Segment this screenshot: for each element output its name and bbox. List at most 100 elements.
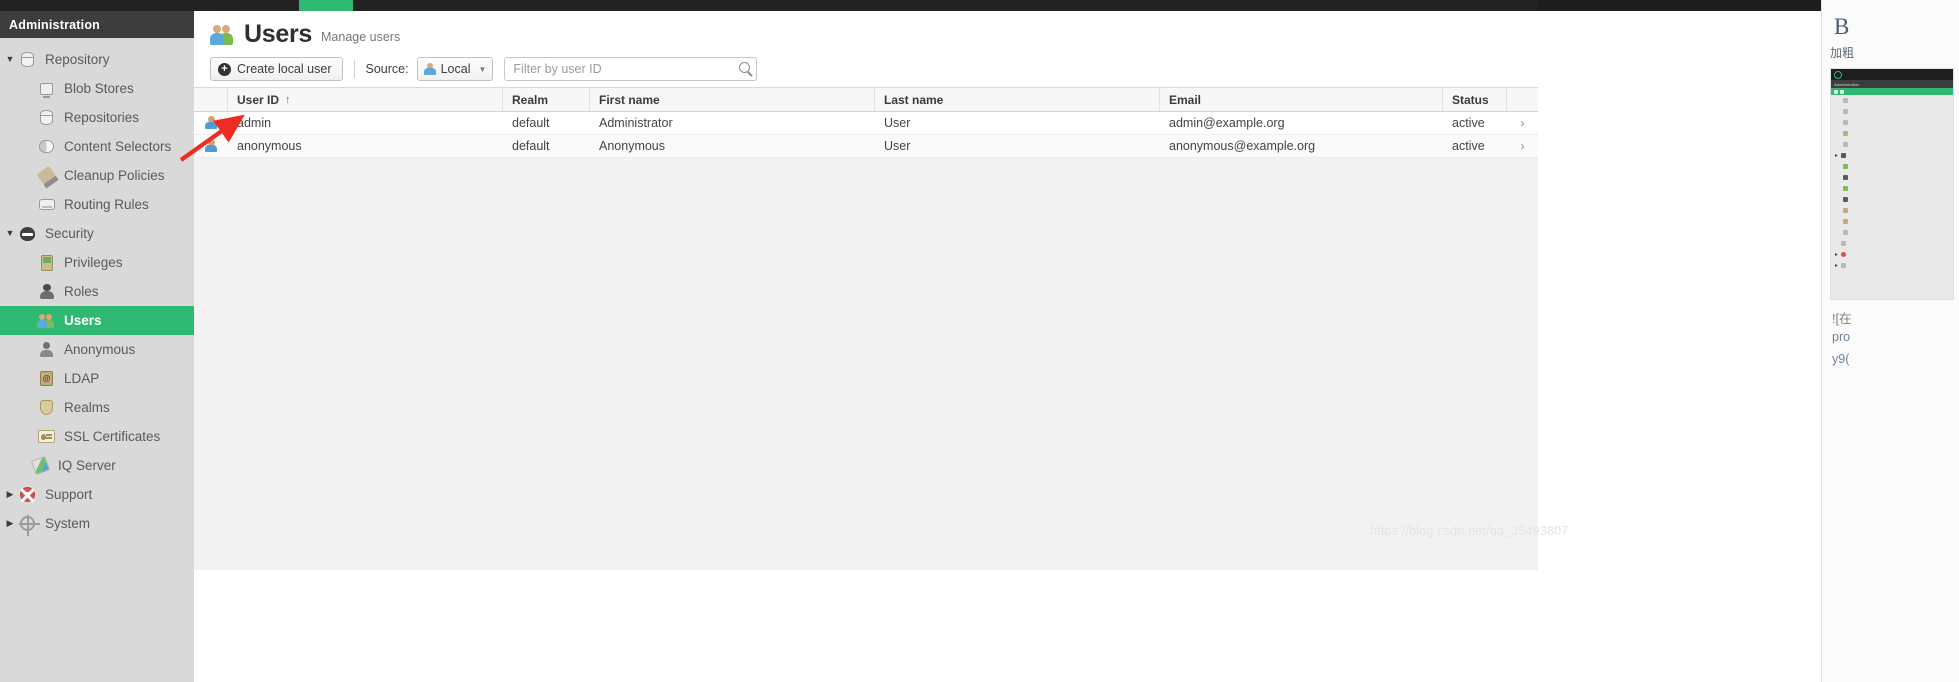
- right-browser-panel: B 加粗 Administration ![在 pro y9(: [1538, 0, 1959, 682]
- cell-status: active: [1452, 139, 1485, 153]
- cell-realm: default: [512, 139, 550, 153]
- realms-icon: [36, 399, 57, 417]
- thumbnail-list-item: [1831, 205, 1953, 216]
- sidebar-item-system[interactable]: ▶ System: [0, 509, 194, 538]
- chevron-right-icon: ›: [1520, 116, 1525, 130]
- thumbnail-selected-row: [1831, 88, 1953, 95]
- cell-user-id: admin: [237, 116, 272, 130]
- row-expand-chevron-icon[interactable]: ›: [1507, 135, 1538, 157]
- sidebar-item-content-selectors[interactable]: Content Selectors: [0, 132, 194, 161]
- cell-last-name: User: [884, 116, 911, 130]
- sidebar-item-roles[interactable]: Roles: [0, 277, 194, 306]
- main-content: Users Manage users + Create local user S…: [194, 11, 1538, 682]
- sidebar-item-users[interactable]: Users: [0, 306, 194, 335]
- sidebar-item-privileges[interactable]: Privileges: [0, 248, 194, 277]
- thumbnail-list-item: [1831, 161, 1953, 172]
- anonymous-icon: [36, 341, 57, 359]
- system-gear-icon: [17, 515, 40, 536]
- row-avatar-cell: [194, 135, 228, 157]
- thumbnail-group-item: [1831, 249, 1953, 260]
- column-header-email[interactable]: Email: [1160, 88, 1443, 111]
- cell-user-id: anonymous: [237, 139, 302, 153]
- column-header-user-id[interactable]: User ID ↑: [228, 88, 503, 111]
- app-root: Administration ▼ Repository Blob Stores …: [0, 0, 1959, 682]
- sidebar-item-label: Repositories: [64, 110, 140, 125]
- bold-format-letter[interactable]: B: [1834, 14, 1849, 40]
- column-header-chevron: [1507, 88, 1538, 111]
- cleanup-brush-icon: [36, 165, 57, 186]
- thumbnail-list-item: [1831, 172, 1953, 183]
- column-header-last-name[interactable]: Last name: [875, 88, 1160, 111]
- filter-by-user-id-input[interactable]: [504, 57, 758, 81]
- row-expand-chevron-icon[interactable]: ›: [1507, 112, 1538, 134]
- sidebar-item-repository[interactable]: ▼ Repository: [0, 45, 194, 74]
- table-row[interactable]: admin default Administrator User admin@e…: [194, 112, 1538, 135]
- page-title: Users: [244, 19, 312, 48]
- sidebar-item-realms[interactable]: Realms: [0, 393, 194, 422]
- column-label: Email: [1169, 92, 1202, 107]
- security-shield-icon: [17, 225, 38, 243]
- right-panel-text-line: ![在: [1832, 312, 1852, 326]
- source-select[interactable]: Local ▼: [416, 57, 494, 81]
- cell-last-name: User: [884, 139, 911, 153]
- source-label: Source:: [365, 62, 409, 76]
- csdn-watermark: https://blog.csdn.net/qq_35493807: [1370, 524, 1569, 538]
- active-tab-indicator[interactable]: [299, 0, 353, 15]
- privileges-icon: [36, 254, 57, 272]
- plus-circle-icon: +: [218, 62, 231, 76]
- sidebar-item-security[interactable]: ▼ Security: [0, 219, 194, 248]
- column-header-first-name[interactable]: First name: [590, 88, 875, 111]
- database-icon: [17, 51, 38, 69]
- cell-realm: default: [512, 116, 550, 130]
- browser-top-bar: [0, 0, 1538, 15]
- table-row[interactable]: anonymous default Anonymous User anonymo…: [194, 135, 1538, 158]
- thumbnail-list-item: [1831, 106, 1953, 117]
- sidebar-item-ssl-certificates[interactable]: SSL Certificates: [0, 422, 194, 451]
- repositories-icon: [36, 109, 57, 127]
- chevron-down-icon[interactable]: ▼: [3, 55, 17, 64]
- sidebar-item-anonymous[interactable]: Anonymous: [0, 335, 194, 364]
- column-label: Last name: [884, 92, 944, 107]
- chevron-down-icon[interactable]: ▼: [3, 229, 17, 238]
- create-local-user-button[interactable]: + Create local user: [210, 57, 343, 81]
- page-thumbnail-preview[interactable]: Administration: [1830, 68, 1954, 300]
- sidebar-nav-list: ▼ Repository Blob Stores Repositories Co…: [0, 38, 194, 538]
- chevron-right-icon[interactable]: ▶: [3, 490, 17, 499]
- admin-sidebar: Administration ▼ Repository Blob Stores …: [0, 11, 194, 682]
- column-header-realm[interactable]: Realm: [503, 88, 590, 111]
- right-sidebar-column: B 加粗 Administration ![在 pro y9(: [1821, 0, 1959, 682]
- sidebar-item-label: SSL Certificates: [64, 429, 161, 444]
- page-header: Users Manage users: [194, 11, 1538, 53]
- sidebar-item-repositories[interactable]: Repositories: [0, 103, 194, 132]
- toolbar-divider: [353, 60, 355, 78]
- sidebar-item-support[interactable]: ▶ Support: [0, 480, 194, 509]
- sidebar-item-ldap[interactable]: @ LDAP: [0, 364, 194, 393]
- column-header-status[interactable]: Status: [1443, 88, 1507, 111]
- cell-status: active: [1452, 116, 1485, 130]
- page-subtitle: Manage users: [321, 30, 401, 44]
- sidebar-item-blob-stores[interactable]: Blob Stores: [0, 74, 194, 103]
- cell-first-name: Anonymous: [599, 139, 666, 153]
- support-lifering-icon: [17, 486, 38, 504]
- chevron-down-icon[interactable]: ▼: [470, 65, 486, 74]
- thumbnail-sidebar-header: Administration: [1831, 80, 1953, 88]
- chevron-right-icon[interactable]: ▶: [3, 519, 17, 528]
- nexus-logo-icon: [1834, 70, 1842, 79]
- sidebar-item-routing-rules[interactable]: Routing Rules: [0, 190, 194, 219]
- cell-first-name: Administrator: [599, 116, 673, 130]
- content-selector-icon: [36, 138, 57, 156]
- sort-ascending-icon[interactable]: ↑: [285, 94, 291, 106]
- table-empty-area: [194, 158, 1538, 570]
- users-toolbar: + Create local user Source: Local ▼: [194, 53, 1538, 87]
- sidebar-item-cleanup-policies[interactable]: Cleanup Policies: [0, 161, 194, 190]
- sidebar-item-iq-server[interactable]: ▶ IQ Server: [0, 451, 194, 480]
- sidebar-item-label: System: [45, 516, 91, 531]
- source-selected-value: Local: [440, 62, 471, 76]
- sidebar-item-label: Blob Stores: [64, 81, 134, 96]
- thumbnail-list-item: [1831, 139, 1953, 150]
- right-panel-text-line: y9(: [1832, 352, 1850, 366]
- roles-icon: [36, 283, 57, 301]
- sidebar-item-label: Support: [45, 487, 93, 502]
- column-label: First name: [599, 92, 660, 107]
- blob-store-icon: [36, 80, 57, 98]
